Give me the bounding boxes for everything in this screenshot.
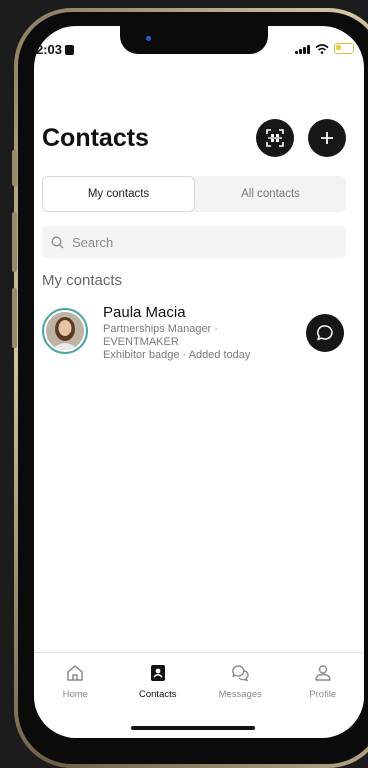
profile-icon <box>315 665 331 681</box>
wifi-icon <box>315 44 329 54</box>
scan-badge-button[interactable] <box>256 119 294 157</box>
status-icons <box>295 43 354 54</box>
nav-profile-label: Profile <box>309 689 337 700</box>
nav-profile[interactable]: Profile <box>282 653 365 713</box>
mute-switch <box>12 150 17 186</box>
recording-icon <box>65 45 75 55</box>
contact-meta: Exhibitor badge · Added today <box>103 349 251 361</box>
signal-icon <box>295 44 310 54</box>
contact-company: EVENTMAKER <box>103 336 179 348</box>
tab-all-contacts[interactable]: All contacts <box>195 176 346 212</box>
plus-icon <box>321 132 333 144</box>
nav-home-label: Home <box>62 689 88 700</box>
nav-messages[interactable]: Messages <box>199 653 282 713</box>
contact-role: Partnerships Manager · <box>103 323 218 335</box>
home-icon <box>67 665 83 681</box>
section-title: My contacts <box>42 272 123 289</box>
messages-icon <box>232 665 249 682</box>
nav-contacts-label: Contacts <box>139 689 177 700</box>
message-contact-button[interactable] <box>306 314 344 352</box>
volume-up-button <box>12 212 17 272</box>
bottom-navigation: Home Contacts Messages Profile <box>34 652 364 713</box>
chat-bubble-icon <box>317 325 333 341</box>
search-bar[interactable] <box>42 226 346 258</box>
volume-down-button <box>12 288 17 348</box>
app-screen: 2:03 Contacts My contacts All contacts S… <box>34 26 364 738</box>
add-contact-button[interactable] <box>308 119 346 157</box>
contacts-tabs: My contacts All contacts <box>42 176 346 212</box>
contacts-icon <box>150 665 165 681</box>
page-title: Contacts <box>42 124 149 152</box>
nav-home[interactable]: Home <box>34 653 117 713</box>
battery-icon <box>334 43 354 54</box>
status-time: 2:03 <box>36 42 63 57</box>
avatar <box>42 308 88 354</box>
nav-contacts[interactable]: Contacts <box>117 653 200 713</box>
home-indicator[interactable] <box>131 726 255 730</box>
person-photo-icon <box>46 312 84 350</box>
tab-my-contacts[interactable]: My contacts <box>42 176 195 212</box>
front-camera <box>146 36 151 41</box>
search-icon <box>51 236 64 248</box>
contact-name: Paula Macia <box>103 304 186 321</box>
status-time-wrap: 2:03 <box>36 42 75 57</box>
qr-scan-icon <box>266 129 284 147</box>
contact-row[interactable]: Paula Macia Partnerships Manager · EVENT… <box>42 302 346 366</box>
search-input[interactable] <box>70 233 324 251</box>
nav-messages-label: Messages <box>218 689 262 700</box>
notch <box>120 26 268 54</box>
